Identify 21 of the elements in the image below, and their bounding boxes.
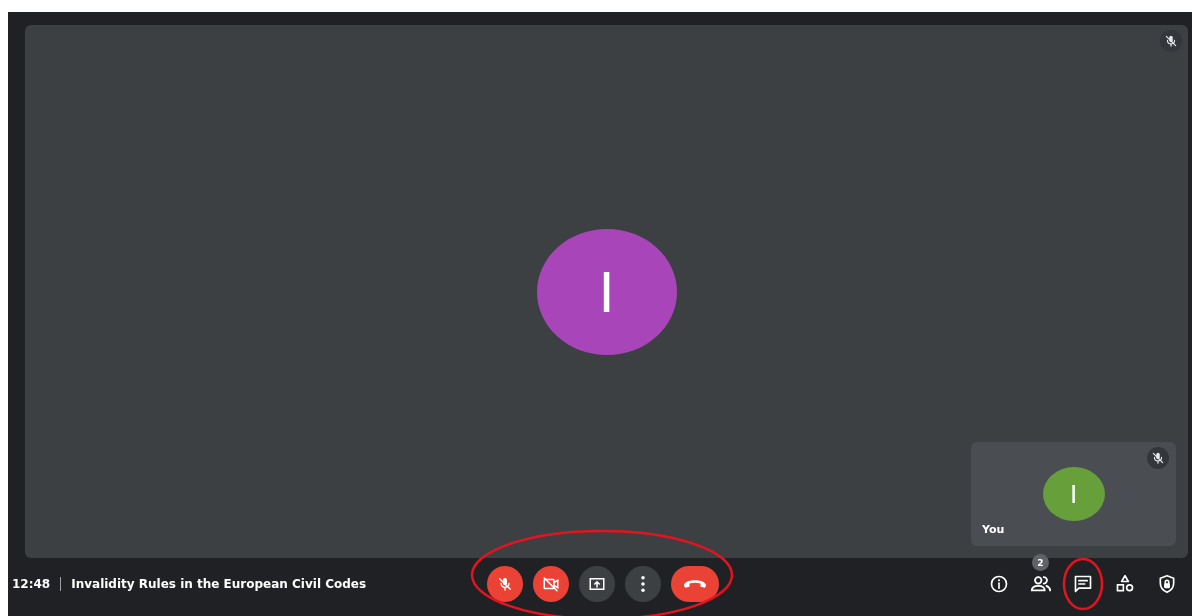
avatar: I <box>536 228 677 355</box>
participant-name: You <box>982 523 1005 536</box>
shield-lock-icon <box>1157 574 1177 594</box>
camera-button[interactable] <box>532 566 569 602</box>
present-screen-icon <box>587 575 606 593</box>
microphone-button[interactable] <box>486 566 523 602</box>
present-button[interactable] <box>578 566 615 602</box>
shapes-icon <box>1115 574 1135 594</box>
more-icon <box>640 576 645 592</box>
camera-off-icon <box>541 575 560 593</box>
muted-mic-icon <box>496 576 513 592</box>
chat-icon <box>1073 574 1093 594</box>
participant-count: 2 <box>1032 554 1049 571</box>
leave-call-button[interactable] <box>670 566 719 602</box>
highlight-ellipse <box>1062 557 1104 611</box>
info-icon <box>989 574 1009 594</box>
more-options-button[interactable] <box>624 566 661 602</box>
hang-up-icon <box>683 580 706 588</box>
meeting-title: Invalidity Rules in the European Civil Codes <box>71 577 367 591</box>
meeting-time: 12:48 <box>12 577 51 591</box>
avatar: I <box>1042 467 1105 521</box>
